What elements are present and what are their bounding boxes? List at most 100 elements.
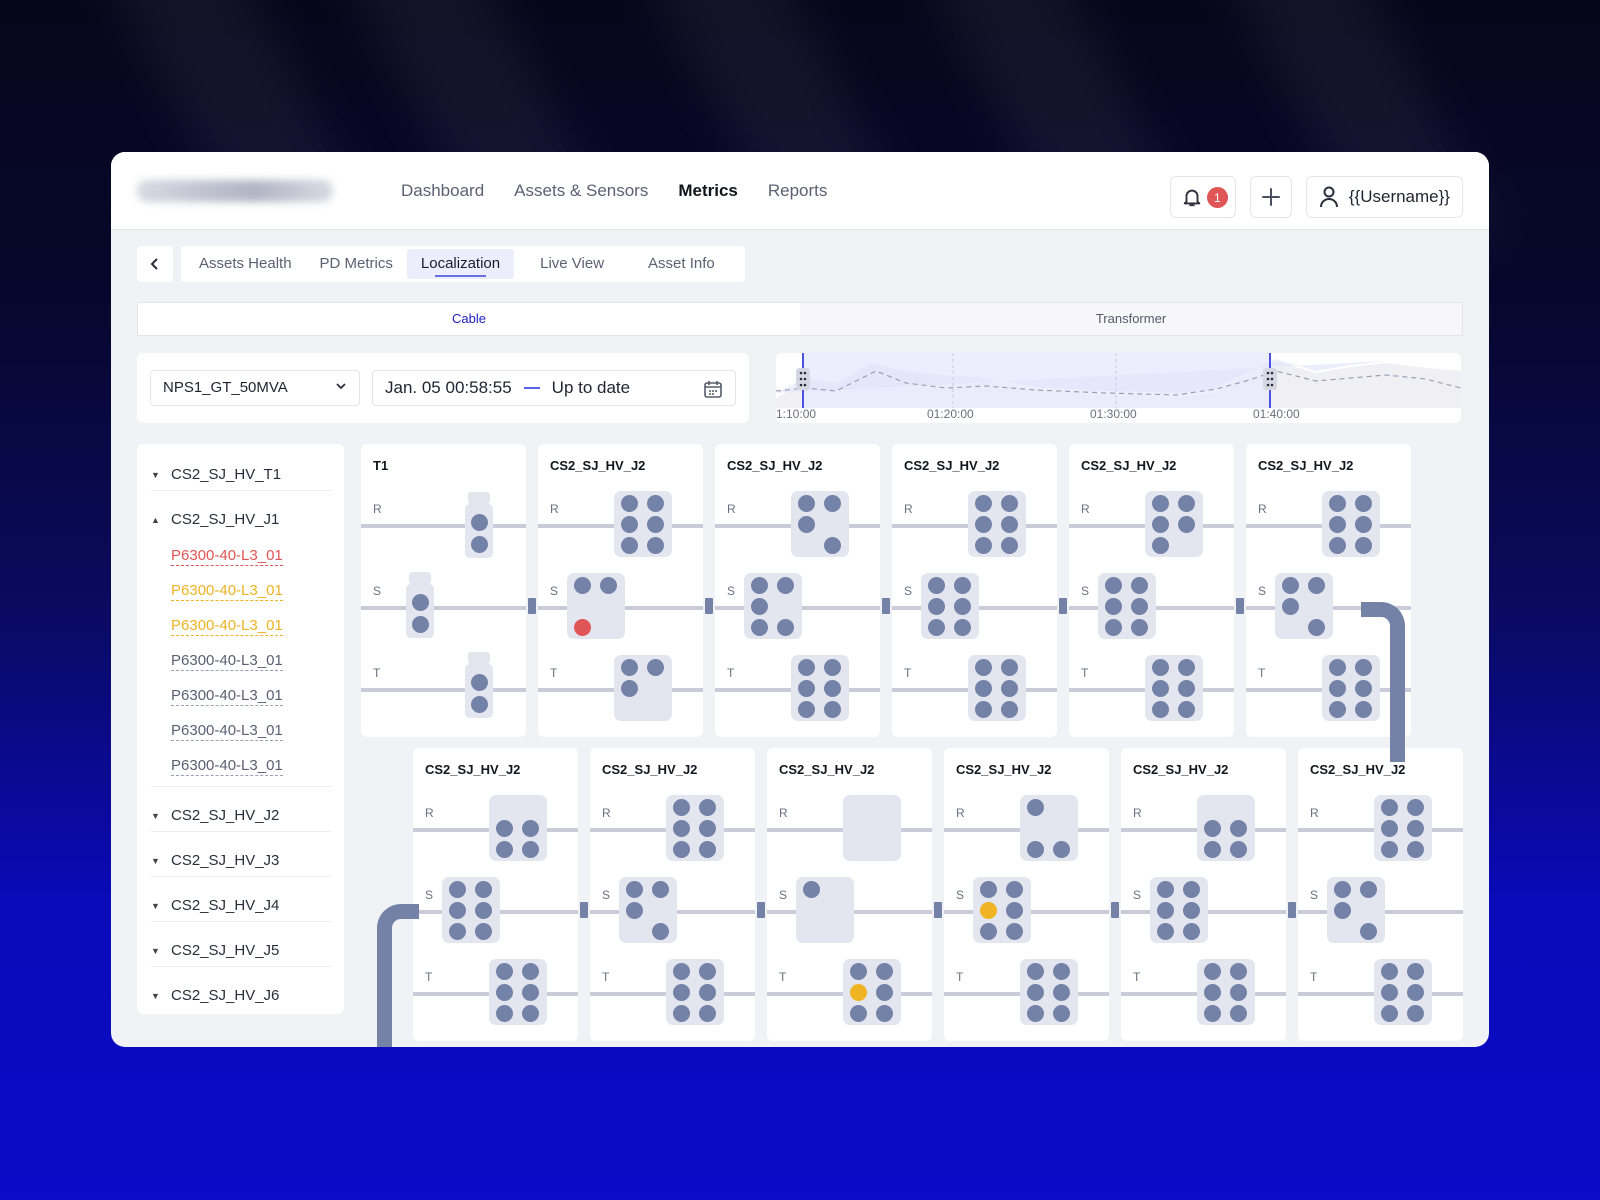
sensor-dot[interactable]: [777, 619, 794, 636]
sensor-dot[interactable]: [975, 680, 992, 697]
sensor-dot[interactable]: [1308, 619, 1325, 636]
sensor-dot[interactable]: [824, 537, 841, 554]
tree-group[interactable]: ▼ CS2_SJ_HV_J3: [151, 852, 331, 869]
sensor-dot[interactable]: [1381, 799, 1398, 816]
sensor-dot[interactable]: [1381, 841, 1398, 858]
sensor-box[interactable]: [1197, 959, 1255, 1025]
sensor-dot[interactable]: [1178, 680, 1195, 697]
sensor-dot[interactable]: [928, 598, 945, 615]
sensor-dot[interactable]: [1407, 1005, 1424, 1022]
calendar-icon[interactable]: [703, 379, 723, 399]
sensor-dot[interactable]: [1407, 984, 1424, 1001]
sensor-dot[interactable]: [626, 881, 643, 898]
tree-group[interactable]: ▼ CS2_SJ_HV_J5: [151, 942, 331, 959]
sensor-box[interactable]: [1145, 655, 1203, 721]
sensor-dot[interactable]: [928, 577, 945, 594]
sensor-dot[interactable]: [1204, 841, 1221, 858]
sensor-dot-alert[interactable]: [574, 619, 591, 636]
sensor-dot[interactable]: [1230, 1005, 1247, 1022]
sensor-box[interactable]: [791, 655, 849, 721]
sensor-dot[interactable]: [850, 1005, 867, 1022]
date-range-picker[interactable]: Jan. 05 00:58:55 Up to date: [372, 370, 736, 406]
sensor-dot[interactable]: [1027, 984, 1044, 1001]
sensor-dot[interactable]: [1329, 659, 1346, 676]
sensor-dot[interactable]: [600, 577, 617, 594]
tree-sensor-item[interactable]: P6300-40-L3_01: [171, 617, 283, 636]
sensor-dot[interactable]: [449, 902, 466, 919]
joint-card[interactable]: CS2_SJ_HV_J2 R S T: [892, 444, 1057, 737]
sensor-dot[interactable]: [1027, 841, 1044, 858]
sensor-box[interactable]: [1327, 877, 1385, 943]
sensor-dot[interactable]: [954, 577, 971, 594]
sensor-dot[interactable]: [1001, 516, 1018, 533]
sensor-dot[interactable]: [496, 820, 513, 837]
sensor-dot[interactable]: [621, 516, 638, 533]
sensor-box[interactable]: [614, 491, 672, 557]
sensor-dot[interactable]: [975, 516, 992, 533]
sensor-dot[interactable]: [574, 577, 591, 594]
asset-select[interactable]: NPS1_GT_50MVA: [150, 370, 360, 406]
sensor-dot[interactable]: [928, 619, 945, 636]
tree-sensor-item[interactable]: P6300-40-L3_01: [171, 687, 283, 706]
sensor-dot[interactable]: [647, 659, 664, 676]
sensor-box[interactable]: [1145, 491, 1203, 557]
sensor-dot[interactable]: [699, 799, 716, 816]
sensor-box[interactable]: [744, 573, 802, 639]
sensor-box[interactable]: [442, 877, 500, 943]
sensor-dot[interactable]: [1027, 1005, 1044, 1022]
tree-group[interactable]: ▼ CS2_SJ_HV_J2: [151, 807, 331, 824]
notifications-button[interactable]: 1: [1169, 176, 1236, 218]
sensor-dot[interactable]: [1053, 984, 1070, 1001]
tree-group[interactable]: ▼ CS2_SJ_HV_T1: [151, 466, 331, 483]
sensor-dot[interactable]: [522, 1005, 539, 1022]
tab-assets-health[interactable]: Assets Health: [185, 249, 306, 279]
sensor-dot[interactable]: [1152, 495, 1169, 512]
sensor-dot[interactable]: [1355, 537, 1372, 554]
sensor-box[interactable]: [1020, 959, 1078, 1025]
sensor-dot[interactable]: [1204, 963, 1221, 980]
sensor-dot[interactable]: [621, 680, 638, 697]
add-button[interactable]: [1249, 176, 1292, 218]
sensor-dot[interactable]: [824, 495, 841, 512]
sensor-box[interactable]: [1374, 795, 1432, 861]
tree-group[interactable]: ▼ CS2_SJ_HV_J6: [151, 987, 331, 1004]
sensor-dot[interactable]: [1204, 984, 1221, 1001]
sensor-box[interactable]: [619, 877, 677, 943]
sensor-box[interactable]: [973, 877, 1031, 943]
sensor-dot[interactable]: [647, 495, 664, 512]
tab-asset-info[interactable]: Asset Info: [630, 249, 741, 279]
sensor-dot[interactable]: [647, 537, 664, 554]
sensor-dot[interactable]: [824, 659, 841, 676]
sensor-dot[interactable]: [1105, 598, 1122, 615]
sensor-box[interactable]: [1374, 959, 1432, 1025]
sensor-dot[interactable]: [496, 984, 513, 1001]
sensor-dot[interactable]: [876, 963, 893, 980]
sensor-dot[interactable]: [876, 1005, 893, 1022]
sensor-dot[interactable]: [1230, 984, 1247, 1001]
tree-sensor-item[interactable]: P6300-40-L3_01: [171, 757, 283, 776]
sensor-dot-warning[interactable]: [980, 902, 997, 919]
sensor-dot[interactable]: [1329, 680, 1346, 697]
sensor-dot[interactable]: [1381, 963, 1398, 980]
sensor-dot[interactable]: [1152, 516, 1169, 533]
sensor-box[interactable]: [921, 573, 979, 639]
nav-metrics[interactable]: Metrics: [678, 181, 738, 201]
sensor-dot[interactable]: [975, 701, 992, 718]
tab-localization[interactable]: Localization: [406, 249, 515, 279]
sensor-dot[interactable]: [975, 495, 992, 512]
sensor-dot[interactable]: [699, 984, 716, 1001]
sensor-dot[interactable]: [1131, 577, 1148, 594]
sensor-box[interactable]: [489, 795, 547, 861]
sensor-dot[interactable]: [1178, 495, 1195, 512]
sensor-box[interactable]: [666, 959, 724, 1025]
sensor-box[interactable]: [1098, 573, 1156, 639]
sensor-dot[interactable]: [699, 841, 716, 858]
sensor-dot[interactable]: [522, 841, 539, 858]
sensor-dot[interactable]: [803, 881, 820, 898]
sensor-box[interactable]: [791, 491, 849, 557]
sensor-box[interactable]: [1150, 877, 1208, 943]
sensor-dot[interactable]: [1334, 902, 1351, 919]
sensor-dot[interactable]: [471, 536, 488, 553]
joint-card[interactable]: CS2_SJ_HV_J2 R S T: [1298, 748, 1463, 1041]
sensor-dot[interactable]: [522, 984, 539, 1001]
